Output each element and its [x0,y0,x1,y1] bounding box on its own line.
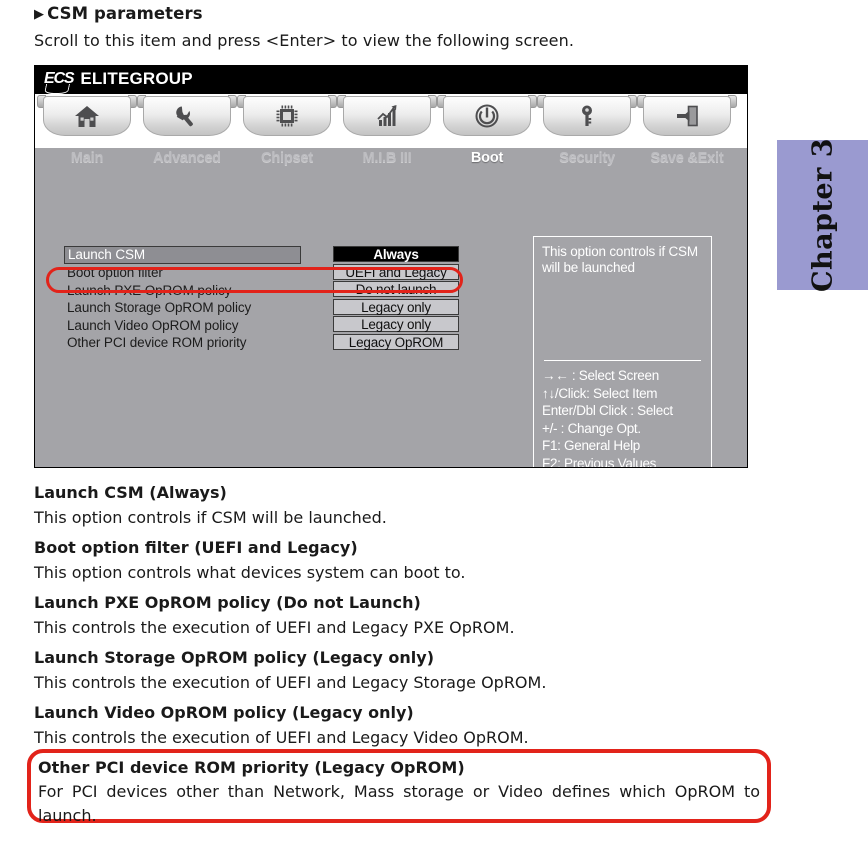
value-video-oprom[interactable]: Legacy only [333,316,459,332]
value-boot-filter[interactable]: UEFI and Legacy [333,263,459,280]
wrench-icon [172,101,202,131]
description-block-video-oprom: Launch Video OpROM policy (Legacy only) … [34,700,774,750]
description-list: Launch CSM (Always) This option controls… [34,480,774,755]
description-text: This controls the execution of UEFI and … [34,728,529,747]
brand-name-text: ELITEGROUP [80,69,193,88]
tab-label-save-exit[interactable]: Save &Exit [637,148,737,170]
tab-label-mib3[interactable]: M.I.B III [337,148,437,170]
setting-row-launch-csm[interactable]: Launch CSM [64,246,301,264]
page-heading: ▶ CSM parameters [34,4,203,23]
chapter-tab-label: Chapter 3 [807,137,838,293]
description-block-pxe-oprom: Launch PXE OpROM policy (Do not Launch) … [34,590,774,640]
bios-titlebar: ECS ELITEGROUP [35,66,747,94]
description-text: This controls the execution of UEFI and … [34,673,547,692]
tab-main[interactable] [37,94,137,138]
tab-label-main[interactable]: Main [37,148,137,170]
help-key-select-item: ↑↓/Click: Select Item [542,385,658,401]
description-text: This option controls what devices system… [34,563,466,582]
bios-screenshot: ECS ELITEGROUP Main Advanced Chipset M.I… [34,65,748,468]
description-text: This option controls if CSM will be laun… [34,508,387,527]
bios-help-panel: This option controls if CSM will be laun… [533,236,712,468]
settings-value-column: Always UEFI and Legacy Do not launch Leg… [333,246,459,351]
description-block-launch-csm: Launch CSM (Always) This option controls… [34,480,774,530]
description-title: Launch PXE OpROM policy (Do not Launch) [34,593,421,612]
value-launch-csm[interactable]: Always [333,246,459,262]
setting-row-pxe-oprom[interactable]: Launch PXE OpROM policy [64,282,304,300]
help-divider [544,360,701,361]
setting-row-storage-oprom[interactable]: Launch Storage OpROM policy [64,299,304,317]
description-title: Boot option filter (UEFI and Legacy) [34,538,358,557]
tab-label-boot[interactable]: Boot [437,148,537,170]
settings-label-column: Launch CSM Boot option filter Launch PXE… [64,246,304,352]
bullet-triangle-icon: ▶ [34,7,45,22]
description-title: Launch CSM (Always) [34,483,227,502]
help-description: This option controls if CSM will be laun… [542,244,698,275]
intro-paragraph: Scroll to this item and press <Enter> to… [34,31,575,50]
help-key-enter-select: Enter/Dbl Click : Select [542,403,673,418]
bios-settings-area: Launch CSM Boot option filter Launch PXE… [35,170,747,467]
value-pxe-oprom[interactable]: Do not launch [333,281,459,297]
description-block-storage-oprom: Launch Storage OpROM policy (Legacy only… [34,645,774,695]
tab-save-exit[interactable] [637,94,737,138]
brand-logo: ECS ELITEGROUP [44,69,193,89]
highlighted-description-text: For PCI devices other than Network, Mass… [38,782,760,825]
bios-tab-labels: Main Advanced Chipset M.I.B III Boot Sec… [35,148,747,170]
highlighted-description-title: Other PCI device ROM priority (Legacy Op… [38,758,465,777]
tab-mib3[interactable] [337,94,437,138]
value-other-pci[interactable]: Legacy OpROM [333,333,459,350]
chart-icon [372,101,402,131]
power-icon [472,101,502,131]
chip-icon [272,101,302,131]
help-key-f2-previous-values: F2: Previous Values [542,455,657,468]
chapter-tab: Chapter 3 [777,137,868,293]
ecs-logo-icon: ECS [44,70,75,87]
description-title: Launch Storage OpROM policy (Legacy only… [34,648,435,667]
tab-boot[interactable] [437,94,537,138]
tab-label-advanced[interactable]: Advanced [137,148,237,170]
tab-chipset[interactable] [237,94,337,138]
setting-row-other-pci[interactable]: Other PCI device ROM priority [64,334,304,352]
help-key-change-opt: +/- : Change Opt. [542,420,641,436]
setting-row-video-oprom[interactable]: Launch Video OpROM policy [64,317,304,335]
page-heading-text: CSM parameters [47,4,203,23]
help-key-legend: →← : Select Screen ↑↓/Click: Select Item… [542,367,712,468]
highlighted-description-box: Other PCI device ROM priority (Legacy Op… [27,749,771,825]
help-key-select-screen: →← : Select Screen [542,368,659,383]
highlighted-description-content: Other PCI device ROM priority (Legacy Op… [38,755,760,828]
tab-security[interactable] [537,94,637,138]
description-text: This controls the execution of UEFI and … [34,618,515,637]
exit-icon [672,101,702,131]
tab-advanced[interactable] [137,94,237,138]
bios-tab-strip [35,94,747,148]
setting-row-boot-filter[interactable]: Boot option filter [64,264,304,282]
tab-label-security[interactable]: Security [537,148,637,170]
description-block-boot-filter: Boot option filter (UEFI and Legacy) Thi… [34,535,774,585]
tab-label-chipset[interactable]: Chipset [237,148,337,170]
key-icon [572,101,602,131]
help-key-f1-general-help: F1: General Help [542,438,640,453]
description-title: Launch Video OpROM policy (Legacy only) [34,703,414,722]
home-icon [72,101,102,131]
value-storage-oprom[interactable]: Legacy only [333,298,459,315]
